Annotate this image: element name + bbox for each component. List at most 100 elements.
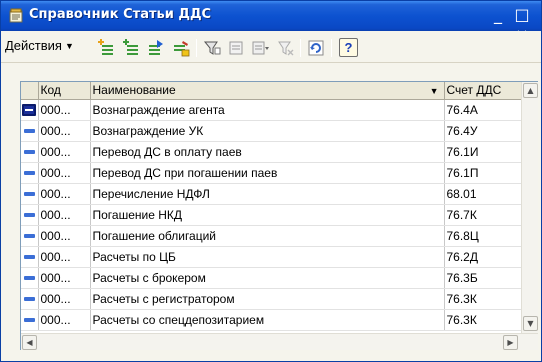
item-icon <box>23 129 35 134</box>
cell-name[interactable]: Перевод ДС в оплату паев <box>90 141 445 163</box>
window-title: Справочник Статьи ДДС <box>29 7 212 22</box>
header-account[interactable]: Счет ДДС <box>444 82 522 100</box>
row-marker-cell[interactable] <box>21 120 39 142</box>
row-marker-cell[interactable] <box>21 288 39 310</box>
cell-name[interactable]: Расчеты с регистратором <box>90 288 445 310</box>
cell-name[interactable]: Погашение НКД <box>90 204 445 226</box>
scroll-up-icon[interactable]: ▲ <box>523 83 538 98</box>
cell-name[interactable]: Вознаграждение агента <box>90 99 445 121</box>
toolbar-separator <box>300 39 301 57</box>
actions-menu[interactable]: Действия ▼ <box>5 38 74 56</box>
item-icon <box>23 297 35 302</box>
cell-code[interactable]: 000... <box>38 99 91 121</box>
header-name[interactable]: Наименование ▼ <box>90 82 445 100</box>
table-row[interactable]: 000... Вознаграждение агента 76.4А <box>21 99 522 121</box>
table-row[interactable]: 000... Вознаграждение УК 76.4У <box>21 120 522 142</box>
row-marker-cell[interactable] <box>21 99 39 121</box>
row-marker-cell[interactable] <box>21 267 39 289</box>
item-icon <box>23 276 35 281</box>
table-row[interactable]: 000... Расчеты с регистратором 76.3К <box>21 288 522 310</box>
catalog-icon <box>9 8 23 23</box>
horizontal-scrollbar[interactable]: ◀ ▶ <box>21 333 538 350</box>
cell-code[interactable]: 000... <box>38 246 91 268</box>
cell-name[interactable]: Расчеты со спецдепозитарием <box>90 309 445 331</box>
chevron-down-icon: ▼ <box>64 41 74 51</box>
table-row[interactable]: 000... Погашение НКД 76.7К <box>21 204 522 226</box>
cell-account[interactable]: 76.3К <box>444 309 522 331</box>
cell-account[interactable]: 76.2Д <box>444 246 522 268</box>
cell-account[interactable]: 76.8Ц <box>444 225 522 247</box>
cell-account[interactable]: 76.7К <box>444 204 522 226</box>
cell-name[interactable]: Перевод ДС при погашении паев <box>90 162 445 184</box>
row-marker-cell[interactable] <box>21 183 39 205</box>
filter-list-icon[interactable] <box>227 39 245 57</box>
copy-icon[interactable] <box>147 39 165 57</box>
scroll-left-icon[interactable]: ◀ <box>22 335 37 350</box>
refresh-icon[interactable] <box>307 39 325 57</box>
table-row[interactable]: 000... Перечисление НДФЛ 68.01 <box>21 183 522 205</box>
toolbar-separator <box>196 39 197 57</box>
item-icon <box>22 104 37 117</box>
cell-code[interactable]: 000... <box>38 204 91 226</box>
item-icon <box>23 150 35 155</box>
item-icon <box>23 192 35 197</box>
minimize-button[interactable]: _ <box>487 5 509 26</box>
help-icon[interactable]: ? <box>339 38 358 57</box>
cell-code[interactable]: 000... <box>38 309 91 331</box>
item-icon <box>23 234 35 239</box>
cell-account[interactable]: 76.4А <box>444 99 522 121</box>
table-row[interactable]: 000... Расчеты со спецдепозитарием 76.3К <box>21 309 522 331</box>
close-button[interactable]: □ × <box>507 5 537 44</box>
table-row[interactable]: 000... Перевод ДС при погашении паев 76.1П <box>21 162 522 184</box>
table-body: 000... Вознаграждение агента 76.4А 000... Во… <box>21 99 522 331</box>
table-row[interactable]: 000... Перевод ДС в оплату паев 76.1И <box>21 141 522 163</box>
cell-code[interactable]: 000... <box>38 162 91 184</box>
row-marker-cell[interactable] <box>21 225 39 247</box>
cell-code[interactable]: 000... <box>38 183 91 205</box>
cell-code[interactable]: 000... <box>38 141 91 163</box>
cell-account[interactable]: 76.4У <box>444 120 522 142</box>
cell-code[interactable]: 000... <box>38 267 91 289</box>
cell-code[interactable]: 000... <box>38 288 91 310</box>
filter-icon[interactable] <box>203 39 221 57</box>
cell-account[interactable]: 76.3Б <box>444 267 522 289</box>
scroll-down-icon[interactable]: ▼ <box>523 316 538 331</box>
cell-account[interactable]: 76.3К <box>444 288 522 310</box>
cell-name[interactable]: Погашение облигаций <box>90 225 445 247</box>
item-icon <box>23 255 35 260</box>
table-row[interactable]: 000... Расчеты с брокером 76.3Б <box>21 267 522 289</box>
row-marker-cell[interactable] <box>21 309 39 331</box>
item-icon <box>23 213 35 218</box>
cell-code[interactable]: 000... <box>38 120 91 142</box>
cell-account[interactable]: 76.1И <box>444 141 522 163</box>
edit-icon[interactable] <box>172 39 190 57</box>
item-icon <box>23 171 35 176</box>
header-code[interactable]: Код <box>38 82 91 100</box>
add-group-icon[interactable] <box>122 39 140 57</box>
filter-dropdown-icon[interactable] <box>251 39 269 57</box>
cell-account[interactable]: 68.01 <box>444 183 522 205</box>
cell-name[interactable]: Расчеты с брокером <box>90 267 445 289</box>
add-icon[interactable] <box>97 39 115 57</box>
clear-filter-icon[interactable] <box>277 39 295 57</box>
row-marker-cell[interactable] <box>21 162 39 184</box>
title-bar[interactable]: Справочник Статьи ДДС _ □ × <box>1 1 541 44</box>
cell-code[interactable]: 000... <box>38 225 91 247</box>
header-marker-column <box>21 82 39 100</box>
table-header-row: Код Наименование ▼ Счет ДДС <box>21 82 522 100</box>
row-marker-cell[interactable] <box>21 204 39 226</box>
catalog-grid: Код Наименование ▼ Счет ДДС 000... Вознагр… <box>21 82 522 331</box>
table-row[interactable]: 000... Расчеты по ЦБ 76.2Д <box>21 246 522 268</box>
vertical-scrollbar[interactable]: ▲ ▼ <box>521 82 538 333</box>
scroll-right-icon[interactable]: ▶ <box>503 335 518 350</box>
cell-name[interactable]: Расчеты по ЦБ <box>90 246 445 268</box>
items-table: Код Наименование ▼ Счет ДДС 000... Вознагр… <box>20 81 538 350</box>
cell-account[interactable]: 76.1П <box>444 162 522 184</box>
row-marker-cell[interactable] <box>21 246 39 268</box>
cell-name[interactable]: Вознаграждение УК <box>90 120 445 142</box>
row-marker-cell[interactable] <box>21 141 39 163</box>
actions-menu-label: Действия <box>5 38 62 53</box>
cell-name[interactable]: Перечисление НДФЛ <box>90 183 445 205</box>
table-row[interactable]: 000... Погашение облигаций 76.8Ц <box>21 225 522 247</box>
item-icon <box>23 318 35 323</box>
